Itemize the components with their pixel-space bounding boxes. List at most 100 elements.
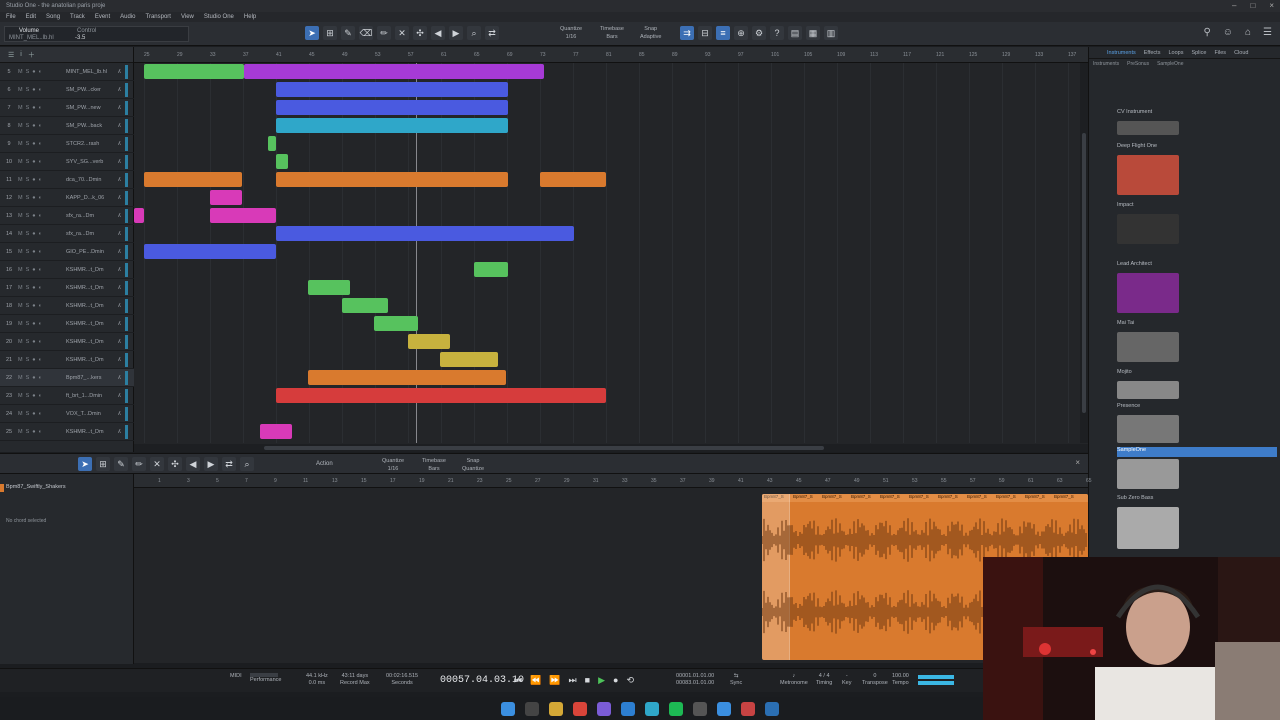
track-header[interactable]: 25 M S ● ◐ KSHMR...t_Dm ʎ	[0, 423, 134, 441]
app-icon[interactable]	[597, 701, 611, 716]
record-arm-icon[interactable]: ●	[32, 105, 35, 111]
layout-icon[interactable]: ▦	[806, 26, 820, 40]
solo-button[interactable]: S	[26, 177, 30, 183]
mute-button[interactable]: M	[18, 429, 23, 435]
arrow-tool-icon[interactable]: ➤	[305, 26, 319, 40]
automation-icon[interactable]: ʎ	[118, 231, 121, 237]
automation-icon[interactable]: ʎ	[118, 123, 121, 129]
automation-icon[interactable]: ʎ	[118, 177, 121, 183]
instrument-thumbnail[interactable]	[1117, 273, 1179, 313]
menu-icon[interactable]: ☰	[1263, 27, 1272, 38]
search-icon[interactable]	[525, 701, 539, 716]
automation-icon[interactable]: ʎ	[118, 213, 121, 219]
automation-icon[interactable]: ʎ	[118, 339, 121, 345]
ed-arrow-tool-icon[interactable]: ➤	[78, 457, 92, 471]
timebase-control[interactable]: Timebase Bars	[600, 25, 624, 41]
mute-button[interactable]: M	[18, 267, 23, 273]
ed-play-tool-icon[interactable]: ▶	[204, 457, 218, 471]
spotify-icon[interactable]	[669, 701, 683, 716]
app4-icon[interactable]	[693, 701, 707, 716]
browser-breadcrumb[interactable]: PreSonus	[1127, 61, 1149, 67]
audio-clip[interactable]	[144, 64, 244, 79]
automation-icon[interactable]: ʎ	[118, 195, 121, 201]
solo-button[interactable]: S	[26, 339, 30, 345]
app2-icon[interactable]	[621, 701, 635, 716]
browser-tab[interactable]: Splice	[1191, 50, 1206, 56]
key-display[interactable]: - Key	[842, 673, 851, 687]
solo-button[interactable]: S	[26, 303, 30, 309]
solo-button[interactable]: S	[26, 393, 30, 399]
mute-button[interactable]: M	[18, 177, 23, 183]
add-track-icon[interactable]: ＋	[28, 50, 35, 60]
solo-button[interactable]: S	[26, 195, 30, 201]
ed-loop-tool-icon[interactable]: ⇄	[222, 457, 236, 471]
action-menu[interactable]: Action	[316, 461, 333, 467]
record-arm-icon[interactable]: ●	[32, 357, 35, 363]
smiley-icon[interactable]: ☺	[1223, 27, 1233, 38]
panel-icon[interactable]: ▥	[824, 26, 838, 40]
track-header[interactable]: 24 M S ● ◐ VOX_T...Dmin ʎ	[0, 405, 134, 423]
menu-item[interactable]: Track	[70, 14, 85, 20]
track-header[interactable]: 17 M S ● ◐ KSHMR...t_Dm ʎ	[0, 279, 134, 297]
record-arm-icon[interactable]: ●	[32, 87, 35, 93]
record-arm-icon[interactable]: ●	[32, 141, 35, 147]
track-header[interactable]: 21 M S ● ◐ KSHMR...t_Dm ʎ	[0, 351, 134, 369]
solo-button[interactable]: S	[26, 411, 30, 417]
browser-tab[interactable]: Cloud	[1234, 50, 1248, 56]
browser-item[interactable]: Presence	[1117, 403, 1277, 413]
track-header[interactable]: 22 M S ● ◐ Bpm87_...kers ʎ	[0, 369, 134, 387]
forward-icon[interactable]: ⏩	[549, 675, 560, 686]
ed-snap[interactable]: Snap Quantize	[462, 457, 484, 473]
monitor-icon[interactable]: ◐	[39, 411, 42, 417]
solo-button[interactable]: S	[26, 267, 30, 273]
record-arm-icon[interactable]: ●	[32, 159, 35, 165]
forward-end-icon[interactable]: ⏭	[569, 675, 577, 686]
monitor-icon[interactable]: ◐	[39, 285, 42, 291]
ed-listen-tool-icon[interactable]: ◀	[186, 457, 200, 471]
ed-range-tool-icon[interactable]: ⊞	[96, 457, 110, 471]
position-display[interactable]: 00057.04.03.10	[440, 675, 524, 686]
record-arm-icon[interactable]: ●	[32, 249, 35, 255]
home-icon[interactable]: ⌂	[1245, 27, 1251, 38]
instrument-thumbnail[interactable]	[1117, 332, 1179, 362]
record-arm-icon[interactable]: ●	[32, 123, 35, 129]
automation-icon[interactable]: ʎ	[118, 267, 121, 273]
monitor-icon[interactable]: ◐	[39, 231, 42, 237]
menu-item[interactable]: Song	[46, 14, 60, 20]
help-icon[interactable]: ?	[770, 26, 784, 40]
audio-clip[interactable]	[308, 280, 350, 295]
track-header[interactable]: 14 M S ● ◐ sfx_ra...Dm ʎ	[0, 225, 134, 243]
audio-clip[interactable]	[144, 172, 242, 187]
loop-icon[interactable]: ⟲	[626, 675, 634, 686]
automation-icon[interactable]: ʎ	[118, 393, 121, 399]
browser-breadcrumb[interactable]: Instruments	[1093, 61, 1119, 67]
solo-button[interactable]: S	[26, 159, 30, 165]
solo-button[interactable]: S	[26, 213, 30, 219]
menu-item[interactable]: Audio	[120, 14, 135, 20]
instrument-thumbnail[interactable]	[1117, 155, 1179, 195]
mute-button[interactable]: M	[18, 195, 23, 201]
ed-timebase[interactable]: Timebase Bars	[422, 457, 446, 473]
track-header[interactable]: 11 M S ● ◐ dca_70...Dmin ʎ	[0, 171, 134, 189]
mute-button[interactable]: M	[18, 375, 23, 381]
marker-icon[interactable]: ⊕	[734, 26, 748, 40]
autoscroll-icon[interactable]: ≡	[716, 26, 730, 40]
quantize-control[interactable]: Quantize 1/16	[560, 25, 582, 41]
browser-tab[interactable]: Effects	[1144, 50, 1161, 56]
record-arm-icon[interactable]: ●	[32, 339, 35, 345]
record-arm-icon[interactable]: ●	[32, 285, 35, 291]
app5-icon[interactable]	[717, 701, 731, 716]
record-arm-icon[interactable]: ●	[32, 393, 35, 399]
audio-clip[interactable]	[474, 262, 508, 277]
automation-icon[interactable]: ʎ	[118, 285, 121, 291]
automation-icon[interactable]: ʎ	[118, 69, 121, 75]
automation-icon[interactable]: ʎ	[118, 249, 121, 255]
menu-item[interactable]: Help	[244, 14, 256, 20]
instrument-thumbnail[interactable]	[1117, 415, 1179, 443]
paint-tool-icon[interactable]: ✏	[377, 26, 391, 40]
sync-button[interactable]: ⇆ Sync	[730, 673, 742, 687]
browser-tab[interactable]: Loops	[1168, 50, 1183, 56]
monitor-icon[interactable]: ◐	[39, 141, 42, 147]
audio-clip[interactable]	[276, 82, 508, 97]
monitor-icon[interactable]: ◐	[39, 213, 42, 219]
